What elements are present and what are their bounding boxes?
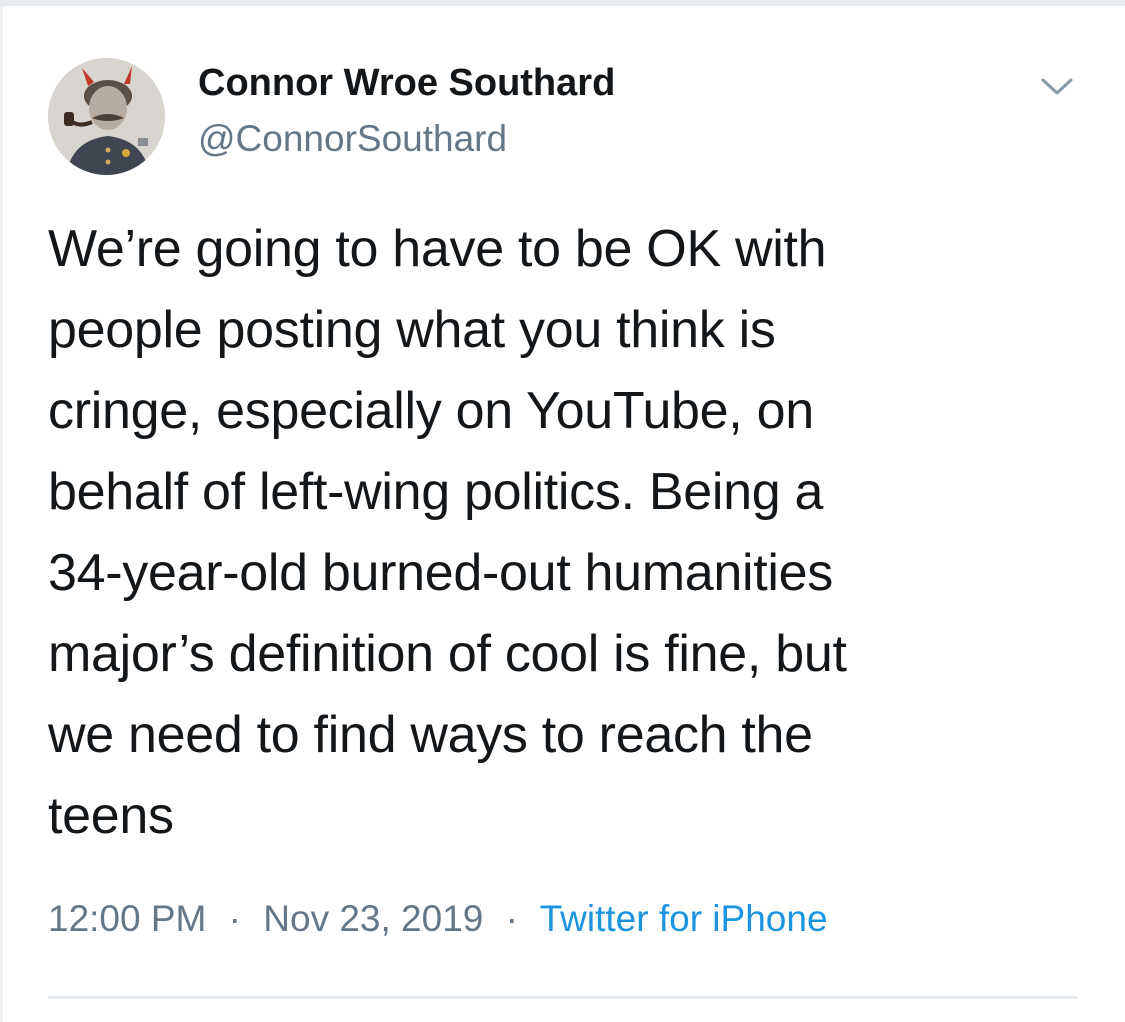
meta-separator: ·	[228, 898, 241, 939]
tweet-meta: 12:00 PM · Nov 23, 2019 · Twitter for iP…	[48, 898, 828, 940]
avatar[interactable]	[48, 58, 165, 175]
author-handle[interactable]: @ConnorSouthard	[198, 118, 507, 160]
tweet-text-line: We’re going to have to be OK with	[48, 220, 827, 278]
avatar-portrait-icon	[48, 58, 165, 175]
tweet-text-line: major’s definition of cool is fine, but	[48, 625, 847, 683]
tweet-text-line: behalf of left-wing politics. Being a	[48, 463, 824, 521]
tweet-menu-button[interactable]	[1035, 66, 1079, 106]
tweet-date[interactable]: Nov 23, 2019	[263, 898, 483, 939]
tweet-text-line: 34-year-old burned-out humanities	[48, 544, 834, 602]
tweet-text-line: we need to find ways to reach the	[48, 706, 813, 764]
tweet-text-line: people posting what you think is	[48, 301, 776, 359]
tweet-text-line: teens	[48, 787, 174, 845]
tweet-text-line: cringe, especially on YouTube, on	[48, 382, 814, 440]
tweet-source-link[interactable]: Twitter for iPhone	[540, 898, 828, 939]
chevron-down-icon	[1041, 78, 1073, 95]
tweet-card: Connor Wroe Southard @ConnorSouthard We’…	[0, 0, 1125, 1022]
tweet-time[interactable]: 12:00 PM	[48, 898, 206, 939]
meta-separator: ·	[505, 898, 518, 939]
author-name[interactable]: Connor Wroe Southard	[198, 62, 615, 105]
bottom-divider	[48, 996, 1078, 999]
tweet-text: We’re going to have to be OK with people…	[48, 209, 1098, 857]
